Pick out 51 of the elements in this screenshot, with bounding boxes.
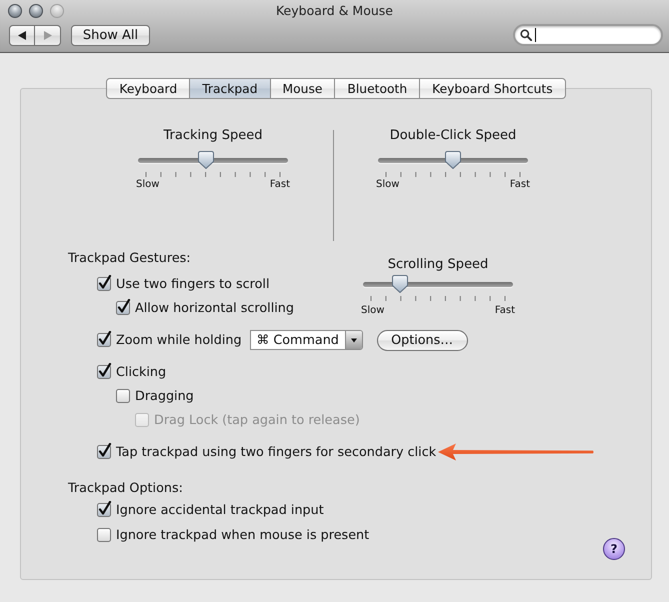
tab[interactable]: Keyboard Shortcuts: [420, 78, 566, 99]
slider-track[interactable]: [363, 275, 513, 293]
checkbox[interactable]: [97, 526, 112, 542]
forward-button[interactable]: [35, 24, 61, 46]
checkbox-label: Tap trackpad using two fingers for secondary click: [116, 444, 436, 460]
back-button[interactable]: [9, 24, 35, 46]
close-button[interactable]: [8, 4, 22, 18]
search-icon: [520, 29, 532, 41]
help-button[interactable]: ?: [603, 538, 625, 560]
checkbox-label: Clicking: [116, 364, 166, 380]
options-button[interactable]: Options…: [376, 330, 468, 350]
popup-button[interactable]: ⌘ Command: [250, 330, 363, 350]
checkbox[interactable]: [97, 275, 112, 291]
checkbox[interactable]: [97, 363, 112, 379]
slider-label: Scrolling Speed: [388, 257, 488, 273]
slider-max-label: Fast: [270, 179, 290, 191]
window-title: Keyboard & Mouse: [276, 2, 393, 20]
slider-thumb[interactable]: [198, 151, 214, 169]
slider-min-label: Slow: [376, 179, 400, 191]
slider-track[interactable]: [378, 151, 528, 169]
dropdown-arrow-icon: [344, 331, 362, 349]
show-all-button[interactable]: Show All: [71, 24, 150, 46]
minimize-button[interactable]: [29, 4, 43, 18]
checkbox-label: Allow horizontal scrolling: [135, 300, 294, 316]
slider-min-label: Slow: [136, 179, 160, 191]
section-heading: Trackpad Options:: [68, 480, 184, 498]
checkbox[interactable]: [97, 501, 112, 517]
slider-min-label: Slow: [361, 305, 384, 317]
checkbox-label: Ignore trackpad when mouse is present: [116, 528, 370, 542]
section-heading: Trackpad Gestures:: [68, 250, 192, 268]
slider-max-label: Fast: [494, 305, 515, 317]
tab[interactable]: Trackpad: [190, 78, 271, 99]
checkbox-label: Ignore accidental trackpad input: [116, 502, 324, 518]
slider-track[interactable]: [138, 151, 288, 169]
slider-thumb[interactable]: [445, 151, 461, 169]
tab[interactable]: Bluetooth: [335, 78, 420, 99]
checkbox[interactable]: [97, 443, 112, 459]
tab[interactable]: Keyboard: [106, 78, 190, 99]
slider-thumb[interactable]: [392, 275, 408, 293]
checkbox[interactable]: [116, 387, 131, 403]
tab[interactable]: Mouse: [270, 78, 336, 99]
slider-label: Tracking Speed: [163, 128, 262, 144]
checkbox[interactable]: [97, 331, 112, 347]
slider-label: Double-Click Speed: [390, 128, 516, 144]
checkbox[interactable]: [116, 299, 131, 315]
search-field[interactable]: [513, 24, 663, 46]
checkbox-label: Zoom while holding: [116, 332, 242, 348]
slider-max-label: Fast: [510, 179, 530, 191]
checkbox-label: Dragging: [135, 388, 194, 404]
checkbox-label: Use two fingers to scroll: [116, 276, 270, 292]
checkbox-label: Drag Lock (tap again to release): [154, 412, 360, 428]
